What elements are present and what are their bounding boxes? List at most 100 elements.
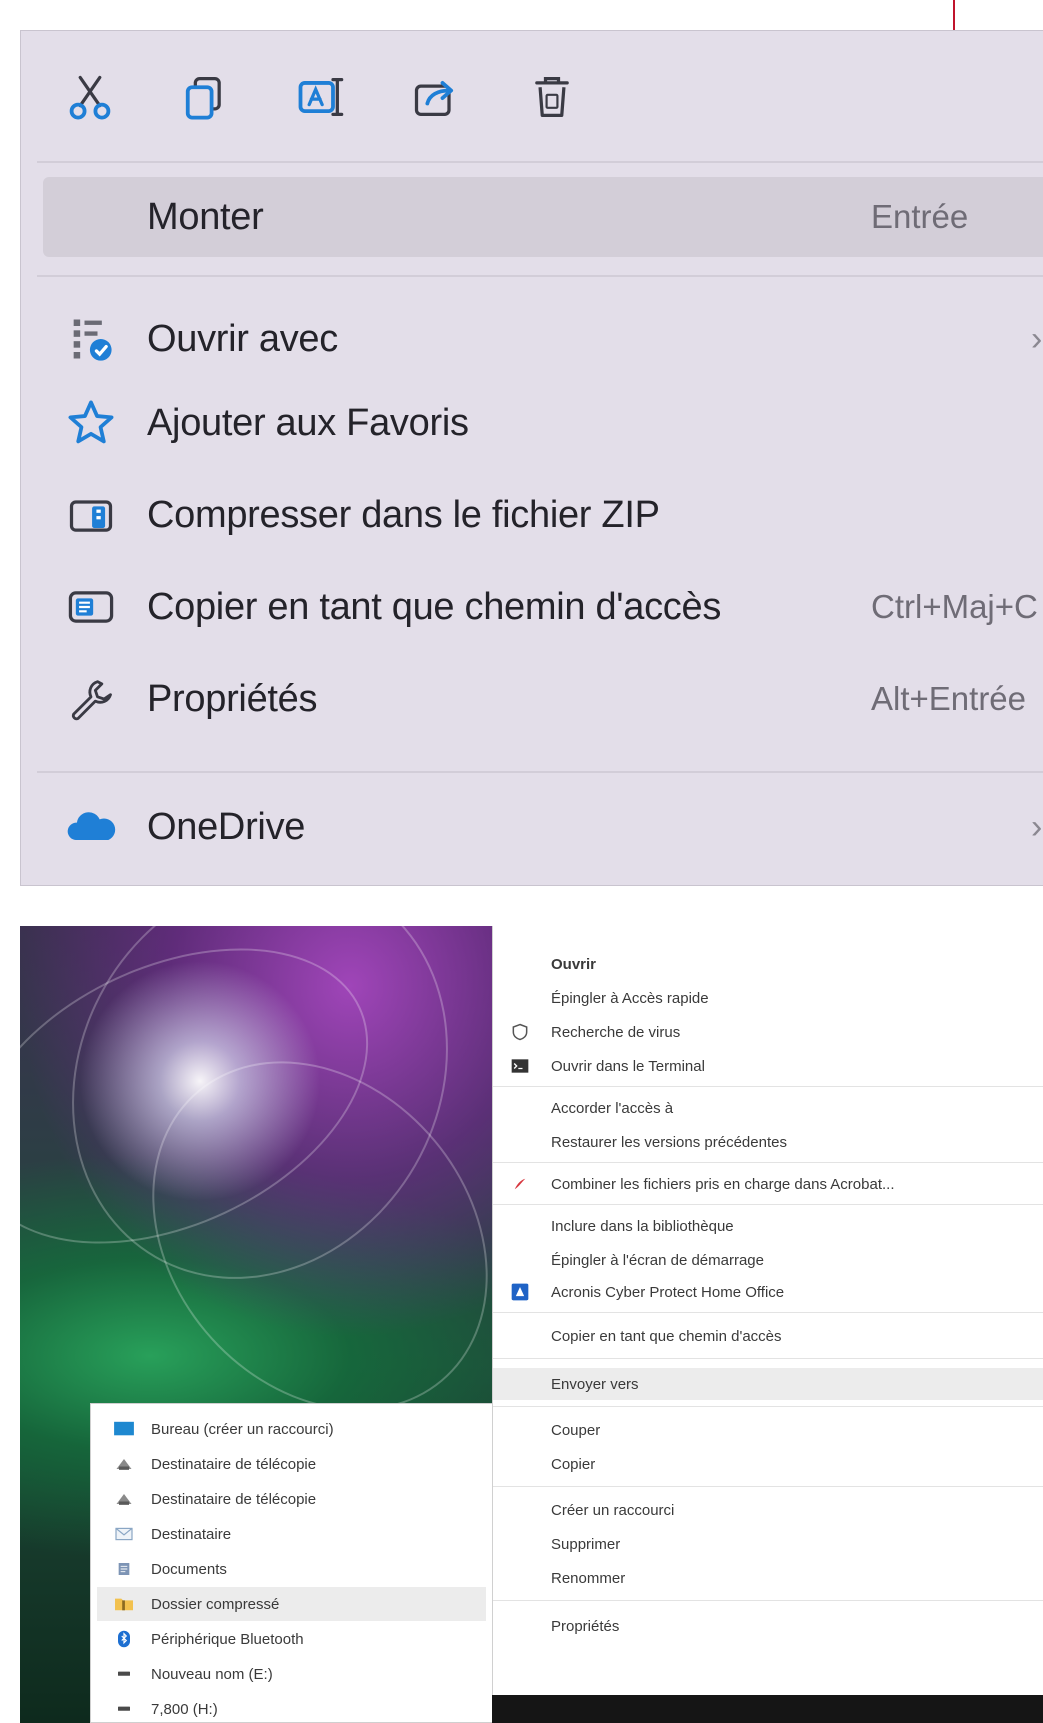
menu-item-shortcut: Entrée [871,198,969,235]
mail-icon [111,1523,137,1545]
classic-context-menu: Ouvrir Épingler à Accès rapide Recherche… [492,926,1043,1723]
classic-item-copier-chemin[interactable]: Copier en tant que chemin d'accès [493,1320,1043,1352]
taskbar [492,1695,1043,1723]
menu-item-label: Ouvrir avec [147,317,338,360]
separator [493,1600,1043,1601]
delete-button[interactable] [521,67,583,127]
sendto-item-telecopie-2[interactable]: Destinataire de télécopie [97,1482,486,1516]
sendto-item-dossier-compresse[interactable]: Dossier compressé [97,1587,486,1621]
context-menu-toolbar [21,31,1043,161]
copy-button[interactable] [173,67,235,127]
classic-item-terminal[interactable]: Ouvrir dans le Terminal [493,1050,1043,1082]
classic-item-acrobat[interactable]: Combiner les fichiers pris en charge dan… [493,1168,1043,1200]
classic-item-inclure-bibliotheque[interactable]: Inclure dans la bibliothèque [493,1210,1043,1242]
sendto-item-documents[interactable]: Documents [97,1552,486,1586]
onedrive-cloud-icon [63,799,119,855]
copy-path-icon [63,579,119,635]
menu-item-ajouter-favoris[interactable]: Ajouter aux Favoris [21,383,1043,463]
menu-item-label: Propriétés [147,677,318,720]
menu-item-label: Épingler à Accès rapide [551,989,709,1007]
delete-icon [535,76,569,118]
cut-button[interactable] [59,67,121,127]
classic-item-envoyer-vers[interactable]: Envoyer vers [493,1368,1043,1400]
share-button[interactable] [405,67,467,127]
classic-item-recherche-virus[interactable]: Recherche de virus [493,1016,1043,1048]
menu-item-label: Couper [551,1421,601,1439]
classic-item-restaurer-versions[interactable]: Restaurer les versions précédentes [493,1126,1043,1158]
menu-item-label: Créer un raccourci [551,1501,675,1519]
classic-item-creer-raccourci[interactable]: Créer un raccourci [493,1494,1043,1526]
rename-icon [298,78,344,116]
menu-item-label: Destinataire de télécopie [151,1455,317,1473]
separator [37,275,1043,277]
terminal-icon [507,1054,533,1078]
menu-item-label: Documents [151,1560,227,1578]
sendto-item-telecopie[interactable]: Destinataire de télécopie [97,1447,486,1481]
menu-item-label: Copier en tant que chemin d'accès [147,585,722,628]
menu-item-label: OneDrive [147,805,306,848]
menu-item-label: Destinataire [151,1525,232,1543]
menu-item-label: Épingler à l'écran de démarrage [551,1251,764,1269]
menu-item-onedrive[interactable]: OneDrive › [21,787,1043,867]
sendto-item-bureau[interactable]: Bureau (créer un raccourci) [97,1412,486,1446]
menu-item-label: Recherche de virus [551,1023,681,1041]
menu-item-ouvrir-avec[interactable]: Ouvrir avec › [21,299,1043,379]
classic-item-renommer[interactable]: Renommer [493,1562,1043,1594]
drive-icon [111,1698,137,1720]
drive-icon [111,1663,137,1685]
classic-item-epingler-demarrage[interactable]: Épingler à l'écran de démarrage [493,1244,1043,1276]
menu-item-label: Accorder l'accès à [551,1099,674,1117]
menu-item-label: Périphérique Bluetooth [151,1630,304,1648]
wrench-icon [63,671,119,727]
menu-item-compresser-zip[interactable]: Compresser dans le fichier ZIP [21,475,1043,555]
desktop-wallpaper: Ouvrir Épingler à Accès rapide Recherche… [20,926,1043,1723]
separator [493,1358,1043,1359]
sendto-item-drive-h[interactable]: 7,800 (H:) [97,1692,486,1723]
sendto-item-bluetooth[interactable]: Périphérique Bluetooth [97,1622,486,1656]
star-icon [63,395,119,451]
menu-item-label: Bureau (créer un raccourci) [151,1420,334,1438]
classic-item-epingler-acces-rapide[interactable]: Épingler à Accès rapide [493,982,1043,1014]
separator [493,1086,1043,1087]
menu-item-label: Nouveau nom (E:) [151,1665,273,1683]
zip-folder-icon [111,1593,137,1615]
classic-item-supprimer[interactable]: Supprimer [493,1528,1043,1560]
share-icon [414,81,454,116]
menu-item-label: Restaurer les versions précédentes [551,1133,787,1151]
menu-item-label: 7,800 (H:) [151,1700,218,1718]
menu-item-label: Supprimer [551,1535,621,1553]
menu-item-label: Ajouter aux Favoris [147,401,469,444]
sendto-item-destinataire[interactable]: Destinataire [97,1517,486,1551]
classic-item-copier[interactable]: Copier [493,1448,1043,1480]
sendto-submenu: Bureau (créer un raccourci) Destinataire… [90,1403,492,1723]
cut-icon [69,75,111,120]
submenu-chevron-icon: › [1031,319,1043,358]
open-with-icon [63,311,119,367]
zip-icon [63,487,119,543]
menu-item-label: Dossier compressé [151,1595,280,1613]
classic-item-acronis[interactable]: Acronis Cyber Protect Home Office [493,1276,1043,1308]
separator [493,1204,1043,1205]
menu-item-label: Renommer [551,1569,626,1587]
copy-icon [185,76,221,120]
separator [37,161,1043,163]
classic-item-ouvrir[interactable]: Ouvrir [493,948,1043,980]
menu-item-shortcut: Ctrl+Maj+C [871,588,1038,625]
menu-item-label: Compresser dans le fichier ZIP [147,493,660,536]
sendto-item-nouveau-nom[interactable]: Nouveau nom (E:) [97,1657,486,1691]
menu-item-proprietes[interactable]: Propriétés Alt+Entrée [21,659,1043,739]
classic-item-accorder-acces[interactable]: Accorder l'accès à [493,1092,1043,1124]
documents-icon [111,1558,137,1580]
rename-button[interactable] [289,67,351,127]
menu-item-label: Inclure dans la bibliothèque [551,1217,734,1235]
classic-item-proprietes[interactable]: Propriétés [493,1610,1043,1642]
menu-item-label: Ouvrir dans le Terminal [551,1057,705,1075]
submenu-chevron-icon: › [1031,807,1043,846]
bluetooth-icon [111,1628,137,1650]
menu-item-copier-chemin[interactable]: Copier en tant que chemin d'accès Ctrl+M… [21,567,1043,647]
separator [493,1406,1043,1407]
classic-item-couper[interactable]: Couper [493,1414,1043,1446]
menu-item-label: Copier [551,1455,596,1473]
windows11-context-menu: Monter Entrée Ouvrir avec › Ajouter aux … [20,30,1043,886]
menu-item-monter[interactable]: Monter Entrée [43,177,1043,257]
